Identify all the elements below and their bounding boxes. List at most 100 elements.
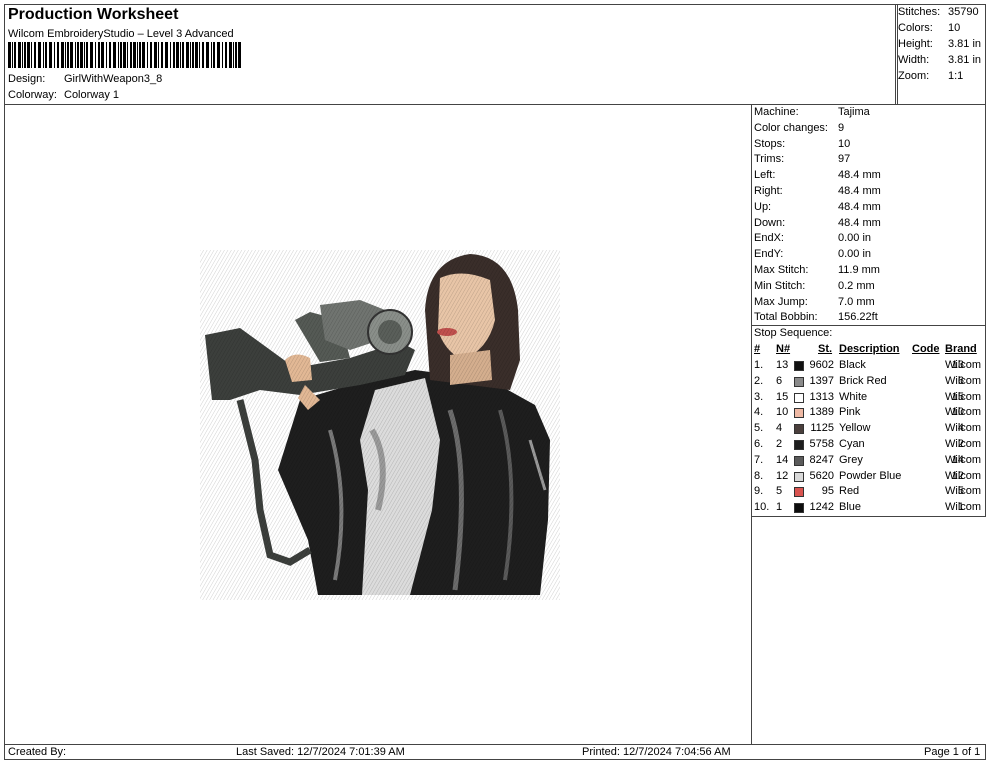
color-swatch (794, 408, 804, 419)
stop-sequence-brand: Wilcom (945, 469, 982, 482)
stop-sequence-st: 5758 (809, 438, 834, 450)
stop-sequence-row: 9. 5 95 Red 5 Wilcom (754, 485, 986, 501)
stop-sequence-st: 9602 (809, 359, 834, 371)
stop-sequence-desc: Yellow (839, 422, 871, 435)
stop-sequence-brand: Wilcom (945, 374, 982, 387)
stop-sequence-row: 8. 12 5620 Powder Blue 12 Wilcom (754, 470, 986, 486)
stop-sequence-num: 6. (754, 438, 764, 450)
stop-sequence-label: Stop Sequence: (754, 327, 833, 339)
stop-sequence-brand: Wilcom (945, 406, 982, 419)
stop-sequence-n: 4 (776, 422, 783, 435)
col-n-header: N# (776, 343, 791, 355)
last-saved: Last Saved: 12/7/2024 7:01:39 AM (236, 746, 405, 758)
stop-sequence-desc: White (839, 390, 868, 403)
stop-sequence-num: 7. (754, 453, 764, 466)
stop-sequence-st: 95 (821, 485, 834, 498)
color-swatch (794, 487, 804, 498)
stop-sequence-brand: Wilcom (945, 390, 982, 403)
color-swatch (794, 503, 804, 514)
stop-sequence-n: 13 (776, 359, 789, 371)
created-by: Created By: (8, 746, 67, 758)
color-swatch (794, 471, 804, 482)
stop-sequence-n: 14 (776, 453, 789, 466)
machine-info-label: Max Jump: (754, 295, 808, 308)
machine-info-label: Stops: (754, 137, 786, 150)
stop-sequence-desc: Cyan (839, 438, 865, 450)
machine-info-value: 97 (838, 153, 851, 166)
stop-sequence-desc: Pink (839, 406, 861, 419)
machine-info-label: Min Stitch: (754, 279, 806, 292)
stat-value: 3.81 in (948, 54, 982, 66)
stop-sequence-brand: Wilcom (945, 453, 982, 466)
stop-sequence-num: 8. (754, 469, 764, 482)
stop-sequence-brand: Wilcom (945, 438, 982, 450)
stop-sequence-n: 5 (776, 485, 783, 498)
machine-info-label: Max Stitch: (754, 264, 809, 276)
stop-sequence-n: 2 (776, 438, 783, 450)
stat-label: Zoom: (898, 70, 930, 82)
machine-info-value: 0.00 in (838, 248, 872, 261)
printed-date: Printed: 12/7/2024 7:04:56 AM (582, 746, 731, 758)
stat-label: Height: (898, 38, 933, 50)
page-title: Production Worksheet (8, 6, 179, 23)
stop-sequence-brand: Wilcom (945, 501, 982, 514)
stop-sequence-desc: Brick Red (839, 374, 887, 387)
col-num-header: # (754, 343, 761, 355)
stop-sequence-row: 1. 13 9602 Black 13 Wilcom (754, 359, 986, 375)
stop-sequence-st: 8247 (809, 453, 834, 466)
machine-info-label: Color changes: (754, 121, 828, 134)
stop-sequence-n: 12 (776, 469, 789, 482)
machine-info-value: 48.4 mm (838, 200, 881, 213)
color-swatch (794, 392, 804, 403)
machine-info-label: Left: (754, 169, 776, 182)
stop-sequence-n: 6 (776, 374, 783, 387)
machine-info-frame (751, 104, 986, 326)
software-name: Wilcom EmbroideryStudio – Level 3 Advanc… (8, 28, 234, 40)
stop-sequence-n: 10 (776, 406, 789, 419)
color-swatch (794, 424, 804, 435)
machine-info-label: Total Bobbin: (754, 311, 818, 324)
design-label: Design: (8, 73, 46, 85)
stop-sequence-n: 15 (776, 390, 789, 403)
color-swatch (794, 455, 804, 466)
stop-sequence-row: 4. 10 1389 Pink 10 Wilcom (754, 406, 986, 422)
stop-sequence-brand: Wilcom (945, 485, 982, 498)
machine-info-value: 7.0 mm (838, 295, 875, 308)
color-swatch (794, 361, 804, 371)
stop-sequence-brand: Wilcom (945, 359, 982, 371)
machine-info-value: 10 (838, 137, 851, 150)
color-swatch (794, 376, 804, 387)
stop-sequence-header: # N# St. Description Code Brand (754, 343, 986, 359)
machine-info-label: EndY: (754, 248, 784, 261)
stop-sequence-st: 1125 (810, 422, 834, 435)
machine-info-value: 48.4 mm (838, 185, 881, 197)
stop-sequence-row: 5. 4 1125 Yellow 4 Wilcom (754, 422, 986, 438)
stop-sequence-num: 5. (754, 422, 764, 435)
machine-info-value: 0.2 mm (838, 279, 875, 292)
machine-info-value: 156.22ft (838, 311, 878, 324)
machine-info-label: Machine: (754, 106, 799, 118)
stop-sequence-st: 1313 (809, 390, 834, 403)
machine-info-value: 48.4 mm (838, 169, 881, 182)
footer-frame (4, 744, 986, 760)
stop-sequence-desc: Blue (839, 501, 862, 514)
stat-value: 35790 (948, 6, 979, 18)
stop-sequence-desc: Grey (839, 453, 863, 466)
col-desc-header: Description (839, 343, 900, 355)
machine-info-value: 11.9 mm (838, 264, 880, 276)
barcode-icon (8, 42, 241, 68)
stat-value: 10 (948, 22, 961, 34)
col-code-header: Code (912, 343, 940, 355)
stop-sequence-num: 2. (754, 374, 764, 387)
stat-label: Stitches: (898, 6, 941, 18)
stop-sequence-num: 9. (754, 485, 764, 498)
machine-info-label: Right: (754, 185, 783, 197)
stop-sequence-num: 3. (754, 390, 764, 403)
stop-sequence-row: 7. 14 8247 Grey 14 Wilcom (754, 454, 986, 470)
col-brand-header: Brand (945, 343, 977, 355)
machine-info-value: 9 (838, 121, 845, 134)
stop-sequence-row: 2. 6 1397 Brick Red 6 Wilcom (754, 375, 986, 391)
design-value: GirlWithWeapon3_8 (64, 73, 163, 85)
stop-sequence-desc: Red (839, 485, 860, 498)
machine-info-label: Down: (754, 216, 786, 229)
